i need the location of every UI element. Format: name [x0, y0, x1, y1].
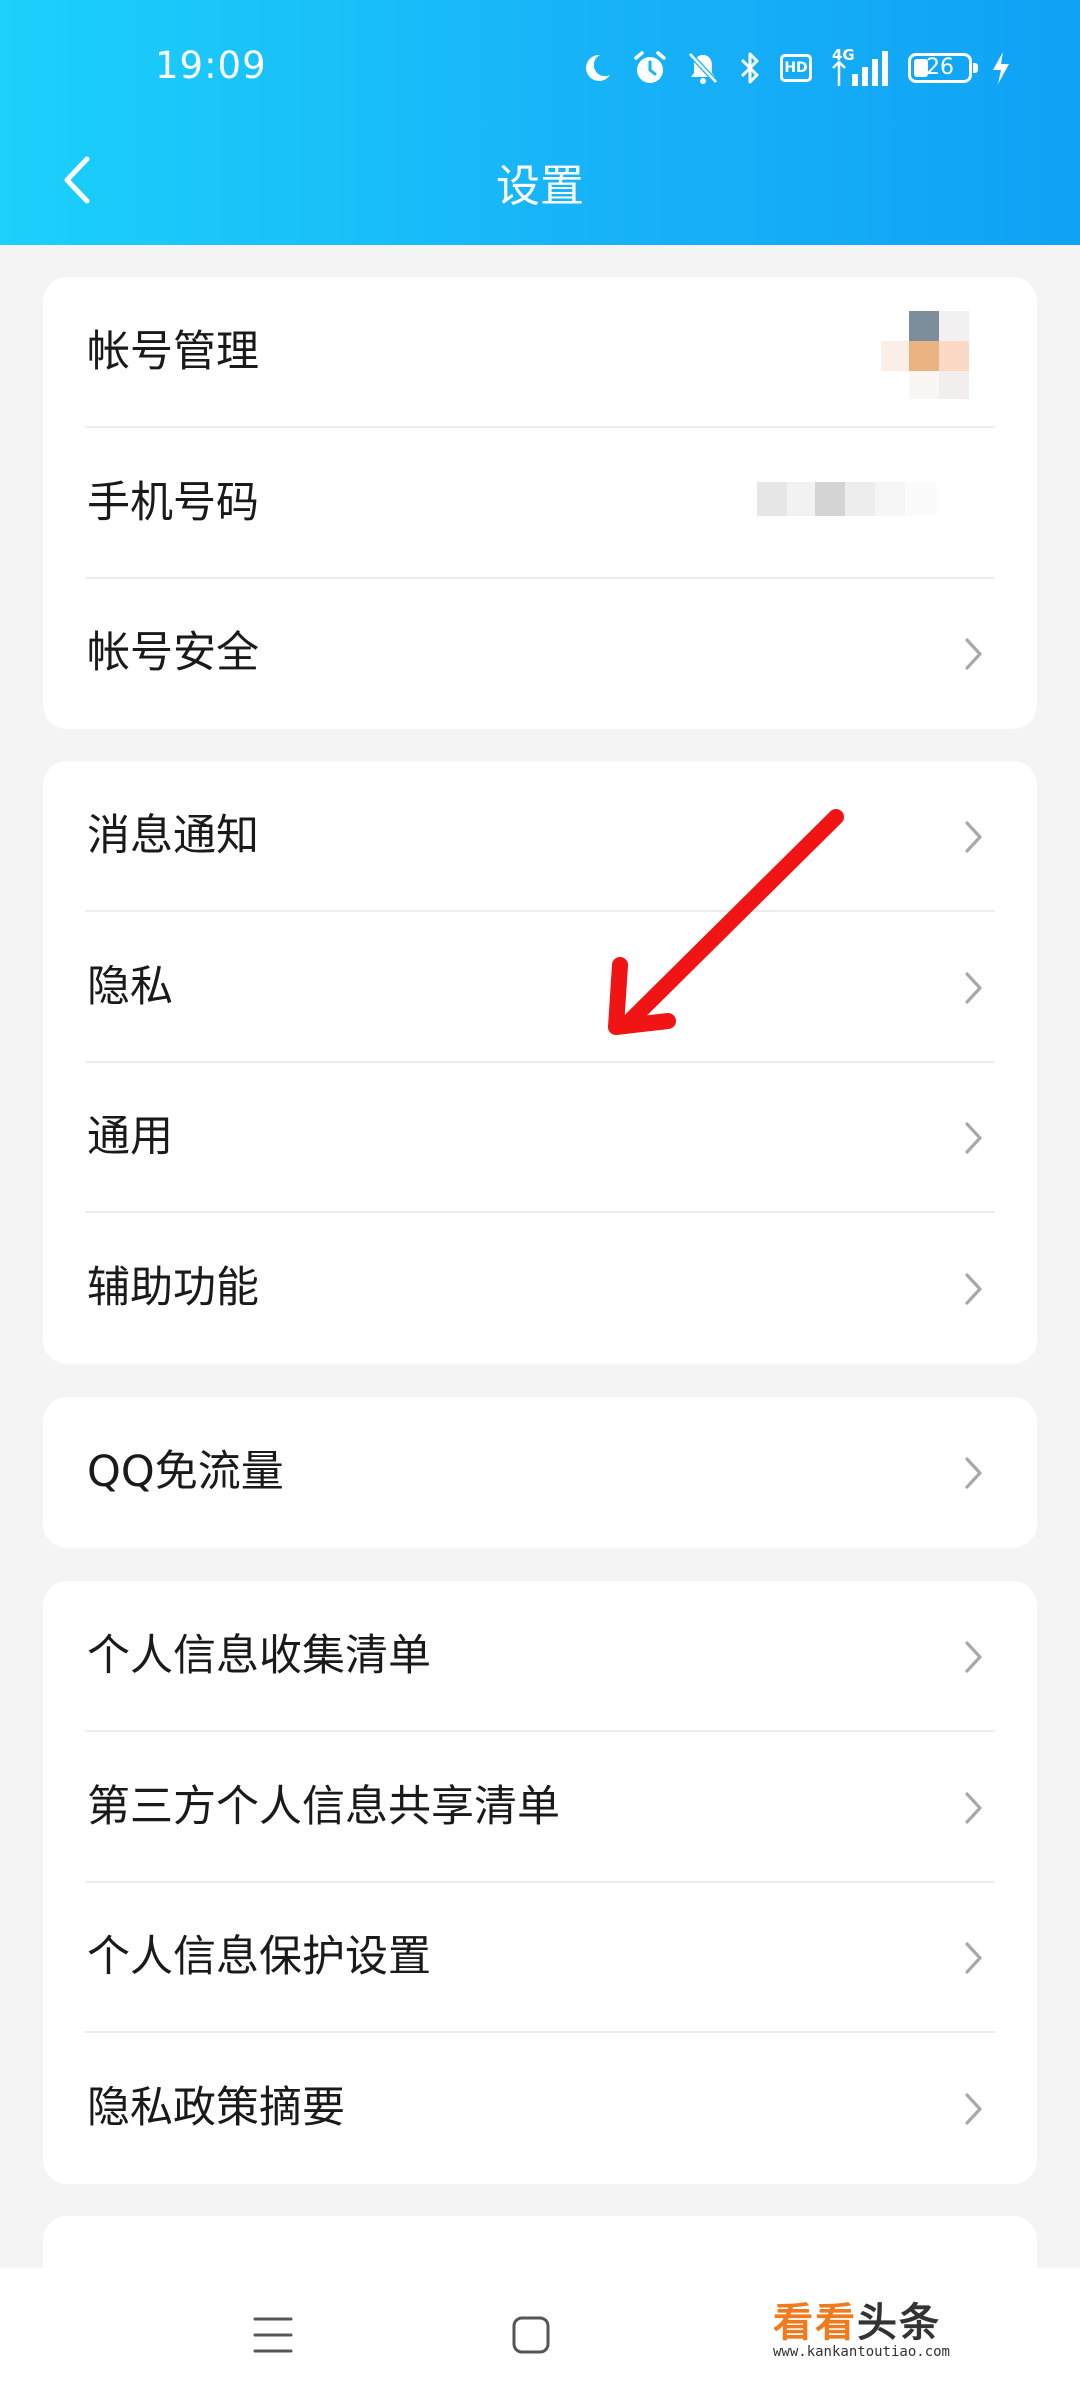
settings-row-qq-free-data[interactable]: QQ免流量 [43, 1397, 1037, 1548]
settings-row-account-management[interactable]: 帐号管理 [43, 277, 1037, 428]
next-settings-group [43, 2216, 1037, 2276]
general-settings-group: 消息通知 隐私 通用 辅助功能 [43, 761, 1037, 1364]
chevron-right-icon [965, 972, 982, 1004]
avatar [881, 311, 969, 399]
chevron-right-icon [965, 1641, 982, 1673]
row-label: 隐私 [87, 962, 173, 1012]
status-bar: 19:09 HD 4G 26 [0, 30, 1080, 110]
home-square-icon [512, 2316, 550, 2354]
settings-row-general[interactable]: 通用 [43, 1062, 1037, 1213]
alarm-icon [634, 51, 666, 83]
battery-icon: 26 [908, 53, 978, 83]
row-label: 消息通知 [87, 811, 259, 861]
menu-icon [253, 2317, 293, 2353]
chevron-right-icon [965, 1457, 982, 1489]
watermark-title: 看看头条 [773, 2290, 950, 2348]
phone-number-value [757, 482, 937, 516]
row-label: 隐私政策摘要 [87, 2083, 345, 2133]
nav-bar: 设置 [0, 130, 1080, 230]
settings-row-privacy-policy-summary[interactable]: 隐私政策摘要 [43, 2033, 1037, 2184]
annotation-arrow-icon [608, 809, 844, 1035]
row-label: 辅助功能 [87, 1263, 259, 1313]
settings-row-notifications[interactable]: 消息通知 [43, 761, 1037, 912]
row-label: 个人信息保护设置 [87, 1932, 431, 1982]
chevron-right-icon [965, 821, 982, 853]
chevron-right-icon [965, 2093, 982, 2125]
signal-icon: 4G [830, 46, 890, 88]
bluetooth-icon [740, 52, 759, 84]
chevron-right-icon [965, 1792, 982, 1824]
settings-row-info-protection[interactable]: 个人信息保护设置 [43, 1882, 1037, 2033]
charging-icon [993, 52, 1009, 84]
row-label: 通用 [87, 1112, 173, 1162]
page-title: 设置 [496, 161, 584, 212]
chevron-right-icon [965, 1942, 982, 1974]
account-settings-group: 帐号管理 手机号码 帐号安全 [43, 277, 1037, 729]
settings-row-account-security[interactable]: 帐号安全 [43, 578, 1037, 729]
watermark-url: www.kankantoutiao.com [772, 2344, 950, 2360]
watermark-orange: 看看 [772, 2300, 857, 2346]
header-bar: 19:09 HD 4G 26 设置 [0, 0, 1080, 245]
status-icons: HD 4G 26 [580, 46, 1012, 90]
free-data-group: QQ免流量 [43, 1397, 1037, 1548]
status-time: 19:09 [155, 44, 267, 87]
moon-icon [586, 54, 610, 81]
row-label: 手机号码 [87, 478, 259, 528]
watermark-dark: 头条 [856, 2300, 941, 2346]
chevron-right-icon [965, 638, 982, 670]
row-label: 个人信息收集清单 [87, 1631, 431, 1681]
personal-info-group: 个人信息收集清单 第三方个人信息共享清单 个人信息保护设置 隐私政策摘要 [43, 1581, 1037, 2184]
menu-button[interactable] [243, 2310, 303, 2360]
settings-row-phone-number[interactable]: 手机号码 [43, 428, 1037, 579]
row-label: QQ免流量 [87, 1447, 284, 1497]
home-button[interactable] [501, 2310, 561, 2360]
settings-row-privacy[interactable]: 隐私 [43, 912, 1037, 1063]
battery-percent: 26 [926, 55, 954, 80]
settings-row-third-party-sharing[interactable]: 第三方个人信息共享清单 [43, 1732, 1037, 1883]
system-nav-bar: 看看头条 www.kankantoutiao.com [0, 2268, 1080, 2400]
settings-row-accessibility[interactable]: 辅助功能 [43, 1213, 1037, 1364]
chevron-right-icon [965, 1273, 982, 1305]
watermark-logo: 看看头条 www.kankantoutiao.com [773, 2290, 950, 2360]
hd-icon: HD [780, 54, 812, 82]
row-label: 帐号管理 [87, 327, 259, 377]
mute-icon [688, 52, 718, 84]
settings-row-personal-info-list[interactable]: 个人信息收集清单 [43, 1581, 1037, 1732]
chevron-right-icon [965, 1122, 982, 1154]
row-label: 帐号安全 [87, 628, 259, 678]
row-label: 第三方个人信息共享清单 [87, 1782, 560, 1832]
